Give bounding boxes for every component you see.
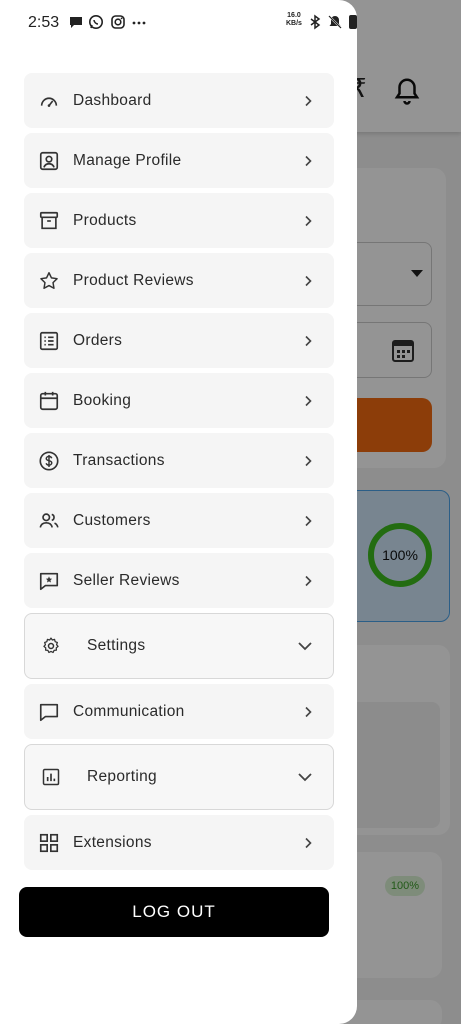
menu-label: Transactions <box>73 451 165 469</box>
chevron-right-icon <box>305 155 312 166</box>
chevron-right-icon <box>305 837 312 848</box>
menu-label: Seller Reviews <box>73 571 180 589</box>
menu-item-customers[interactable]: Customers <box>24 493 334 548</box>
volte-icon <box>349 15 357 29</box>
menu-label: Product Reviews <box>73 271 194 289</box>
whatsapp-icon <box>89 15 103 29</box>
menu-item-product-reviews[interactable]: Product Reviews <box>24 253 334 308</box>
menu-item-transactions[interactable]: Transactions <box>24 433 334 488</box>
menu-label: Reporting <box>87 768 157 785</box>
menu-item-orders[interactable]: Orders <box>24 313 334 368</box>
star-icon <box>40 271 58 289</box>
speedometer-icon <box>40 96 58 107</box>
chat-bubble-icon <box>39 703 59 721</box>
chevron-right-icon <box>305 575 312 586</box>
chevron-right-icon <box>305 395 312 406</box>
archive-box-icon <box>39 211 59 229</box>
menu-label: Communication <box>73 702 185 720</box>
chevron-right-icon <box>305 455 312 466</box>
menu-item-communication[interactable]: Communication <box>24 684 334 739</box>
chevron-down-icon <box>298 773 312 782</box>
chevron-right-icon <box>305 275 312 286</box>
grid-icon <box>39 833 59 852</box>
list-icon <box>39 331 59 350</box>
more-dots-icon <box>132 21 146 25</box>
menu-label: Booking <box>73 391 132 409</box>
menu-item-extensions[interactable]: Extensions <box>24 815 334 870</box>
gear-icon <box>43 637 59 654</box>
menu-item-settings[interactable]: Settings <box>24 613 334 679</box>
menu-label: Customers <box>73 511 151 529</box>
dollar-circle-icon <box>39 450 59 471</box>
menu-label: Orders <box>73 331 123 349</box>
status-bar: 2:53 16.0 KB/s <box>0 0 357 44</box>
chevron-right-icon <box>305 95 312 106</box>
chevron-right-icon <box>305 706 312 717</box>
chevron-right-icon <box>305 515 312 526</box>
logout-button[interactable]: LOG OUT <box>19 887 329 937</box>
instagram-icon <box>111 15 125 29</box>
chevron-down-icon <box>298 642 312 651</box>
menu-label: Dashboard <box>73 91 152 109</box>
menu-item-booking[interactable]: Booking <box>24 373 334 428</box>
drawer-menu: Dashboard Manage Profile Products Produc… <box>24 73 334 875</box>
users-icon <box>39 512 59 528</box>
menu-item-manage-profile[interactable]: Manage Profile <box>24 133 334 188</box>
chevron-right-icon <box>305 335 312 346</box>
menu-label: Settings <box>87 637 146 654</box>
message-bubble-icon <box>70 17 82 28</box>
menu-item-reporting[interactable]: Reporting <box>24 744 334 810</box>
bar-chart-icon <box>42 768 60 786</box>
menu-item-dashboard[interactable]: Dashboard <box>24 73 334 128</box>
status-time: 2:53 <box>28 14 60 31</box>
bluetooth-icon <box>310 14 321 30</box>
calendar-icon <box>39 391 59 410</box>
chat-star-icon <box>39 572 59 590</box>
profile-card-icon <box>39 151 59 170</box>
chevron-right-icon <box>305 215 312 226</box>
menu-item-products[interactable]: Products <box>24 193 334 248</box>
menu-label: Manage Profile <box>73 151 182 169</box>
menu-label: Extensions <box>73 833 152 851</box>
menu-item-seller-reviews[interactable]: Seller Reviews <box>24 553 334 608</box>
menu-label: Products <box>73 211 137 229</box>
navigation-drawer: 2:53 16.0 KB/s Dashboard Manage Profile P… <box>0 0 357 1024</box>
mute-bell-icon <box>328 15 342 29</box>
network-speed: 16.0 KB/s <box>286 12 302 27</box>
